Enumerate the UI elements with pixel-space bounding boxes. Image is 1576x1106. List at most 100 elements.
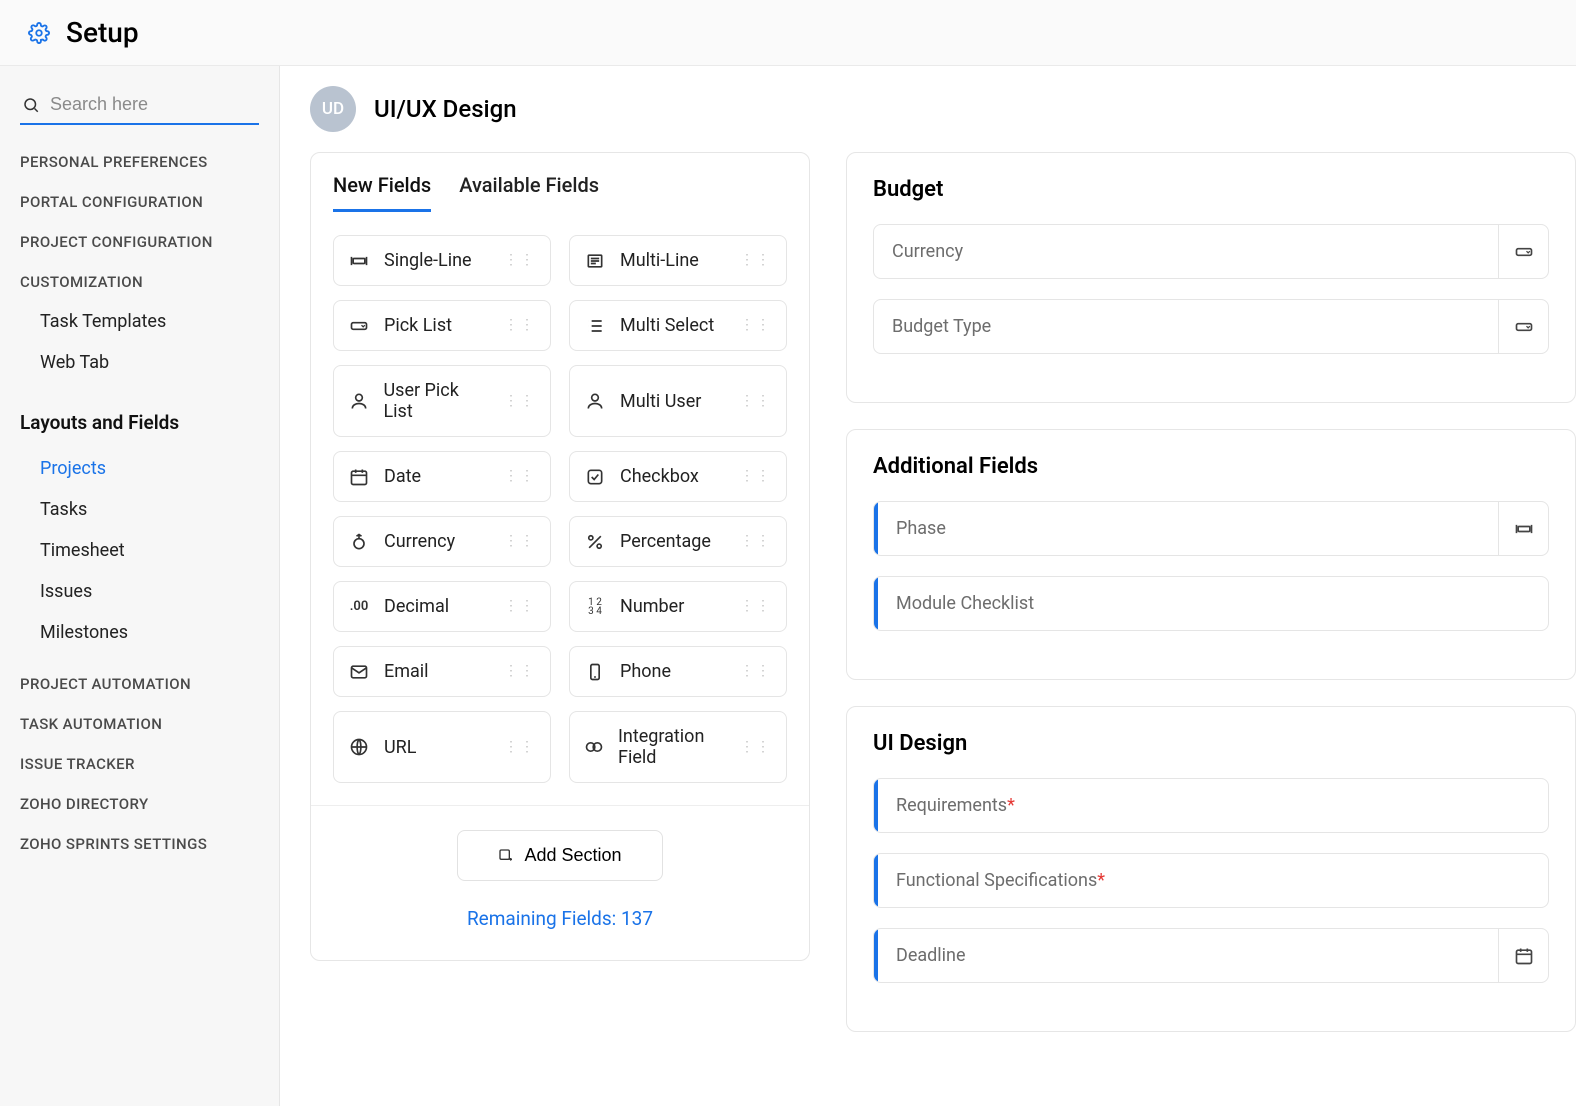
drag-handle-icon[interactable]: ⋮⋮ — [740, 668, 772, 675]
field-tile-phone[interactable]: Phone ⋮⋮ — [569, 646, 787, 697]
percent-icon — [584, 532, 606, 552]
field-tile-label: Decimal — [384, 596, 449, 617]
field-tile-multi-line[interactable]: Multi-Line ⋮⋮ — [569, 235, 787, 286]
sidebar-group[interactable]: PERSONAL PREFERENCES — [20, 153, 259, 171]
multiselect-icon — [584, 316, 606, 336]
drag-handle-icon[interactable]: ⋮⋮ — [740, 257, 772, 264]
section-budget: Budget Currency Budget Type — [846, 152, 1576, 403]
field-tile-single-line[interactable]: Single-Line ⋮⋮ — [333, 235, 551, 286]
section-title: Additional Fields — [873, 454, 1549, 479]
drag-handle-icon[interactable]: ⋮⋮ — [504, 744, 536, 751]
field-tile-number[interactable]: 1 23 4 Number ⋮⋮ — [569, 581, 787, 632]
search-icon — [22, 96, 40, 114]
search-input[interactable] — [50, 94, 257, 115]
drag-handle-icon[interactable]: ⋮⋮ — [504, 322, 536, 329]
phone-icon — [584, 662, 606, 682]
drag-handle-icon[interactable]: ⋮⋮ — [504, 473, 536, 480]
sidebar-item-projects[interactable]: Projects — [20, 448, 259, 489]
sidebar-group[interactable]: PROJECT AUTOMATION — [20, 675, 259, 693]
drag-handle-icon[interactable]: ⋮⋮ — [504, 603, 536, 610]
sidebar-group[interactable]: ZOHO SPRINTS SETTINGS — [20, 835, 259, 853]
tab-available-fields[interactable]: Available Fields — [459, 173, 599, 212]
field-tile-pick-list[interactable]: Pick List ⋮⋮ — [333, 300, 551, 351]
layout-field[interactable]: Currency — [873, 224, 1549, 279]
sidebar-item-issues[interactable]: Issues — [20, 571, 259, 612]
field-tile-currency[interactable]: Currency ⋮⋮ — [333, 516, 551, 567]
field-tile-label: Checkbox — [620, 466, 699, 487]
picklist-icon — [1498, 300, 1548, 353]
tab-new-fields[interactable]: New Fields — [333, 173, 431, 212]
drag-handle-icon[interactable]: ⋮⋮ — [740, 538, 772, 545]
sidebar-item-timesheet[interactable]: Timesheet — [20, 530, 259, 571]
checkbox-icon — [584, 467, 606, 487]
field-tile-label: Date — [384, 466, 421, 487]
integration-icon — [584, 737, 604, 757]
search-wrap[interactable] — [20, 90, 259, 125]
layout-field[interactable]: Deadline — [873, 928, 1549, 983]
field-tile-multi-select[interactable]: Multi Select ⋮⋮ — [569, 300, 787, 351]
gear-icon — [28, 22, 50, 44]
field-tile-label: Integration Field — [618, 726, 726, 768]
layout-field[interactable]: Phase — [873, 501, 1549, 556]
number-icon: 1 23 4 — [584, 598, 606, 616]
layout-field-label: Requirements* — [878, 779, 1548, 832]
layout-field-label: Deadline — [878, 929, 1498, 982]
section-additional-fields: Additional Fields Phase Module Checklist — [846, 429, 1576, 680]
sidebar-item-web-tab[interactable]: Web Tab — [20, 342, 259, 383]
drag-handle-icon[interactable]: ⋮⋮ — [740, 744, 772, 751]
field-tile-label: Multi User — [620, 391, 701, 412]
layout-field-label: Budget Type — [874, 300, 1498, 353]
layout-field[interactable]: Module Checklist — [873, 576, 1549, 631]
add-section-button[interactable]: Add Section — [457, 830, 662, 881]
user-icon — [584, 391, 606, 411]
drag-handle-icon[interactable]: ⋮⋮ — [740, 322, 772, 329]
field-tile-label: Single-Line — [384, 250, 472, 271]
field-tile-integration-field[interactable]: Integration Field ⋮⋮ — [569, 711, 787, 783]
url-icon — [348, 737, 370, 757]
sidebar-group[interactable]: ISSUE TRACKER — [20, 755, 259, 773]
drag-handle-icon[interactable]: ⋮⋮ — [740, 603, 772, 610]
required-marker: * — [1007, 795, 1015, 816]
section-title: Budget — [873, 177, 1549, 202]
layout-field[interactable]: Requirements* — [873, 778, 1549, 833]
drag-handle-icon[interactable]: ⋮⋮ — [504, 538, 536, 545]
field-tile-percentage[interactable]: Percentage ⋮⋮ — [569, 516, 787, 567]
drag-handle-icon[interactable]: ⋮⋮ — [504, 257, 536, 264]
sidebar-subheading-layouts[interactable]: Layouts and Fields — [20, 411, 259, 434]
sidebar-group[interactable]: CUSTOMIZATION — [20, 273, 259, 291]
field-tile-label: Percentage — [620, 531, 711, 552]
field-tile-user-pick-list[interactable]: User Pick List ⋮⋮ — [333, 365, 551, 437]
field-tile-url[interactable]: URL ⋮⋮ — [333, 711, 551, 783]
main: UD UI/UX Design New Fields Available Fie… — [280, 66, 1576, 1106]
sidebar-group[interactable]: ZOHO DIRECTORY — [20, 795, 259, 813]
layout-field[interactable]: Functional Specifications* — [873, 853, 1549, 908]
sidebar-group[interactable]: PORTAL CONFIGURATION — [20, 193, 259, 211]
layout-title: UI/UX Design — [374, 95, 517, 123]
sidebar-item-tasks[interactable]: Tasks — [20, 489, 259, 530]
multiline-icon — [584, 251, 606, 271]
required-marker: * — [1097, 870, 1105, 891]
field-tile-multi-user[interactable]: Multi User ⋮⋮ — [569, 365, 787, 437]
sidebar-group[interactable]: TASK AUTOMATION — [20, 715, 259, 733]
drag-handle-icon[interactable]: ⋮⋮ — [740, 473, 772, 480]
drag-handle-icon[interactable]: ⋮⋮ — [504, 668, 536, 675]
sidebar-item-milestones[interactable]: Milestones — [20, 612, 259, 653]
field-tile-label: URL — [384, 737, 416, 758]
sidebar-group[interactable]: PROJECT CONFIGURATION — [20, 233, 259, 251]
field-tile-label: Currency — [384, 531, 455, 552]
sidebar-item-task-templates[interactable]: Task Templates — [20, 301, 259, 342]
field-tile-email[interactable]: Email ⋮⋮ — [333, 646, 551, 697]
field-tile-decimal[interactable]: .00 Decimal ⋮⋮ — [333, 581, 551, 632]
layout-field[interactable]: Budget Type — [873, 299, 1549, 354]
drag-handle-icon[interactable]: ⋮⋮ — [504, 398, 536, 405]
singleline-icon — [348, 251, 370, 271]
field-tile-checkbox[interactable]: Checkbox ⋮⋮ — [569, 451, 787, 502]
drag-handle-icon[interactable]: ⋮⋮ — [740, 398, 772, 405]
user-icon — [348, 391, 369, 411]
decimal-icon: .00 — [348, 599, 370, 614]
layout-field-label: Functional Specifications* — [878, 854, 1548, 907]
add-section-icon — [498, 848, 514, 864]
section-title: UI Design — [873, 731, 1549, 756]
field-tile-date[interactable]: Date ⋮⋮ — [333, 451, 551, 502]
picklist-icon — [348, 316, 370, 336]
